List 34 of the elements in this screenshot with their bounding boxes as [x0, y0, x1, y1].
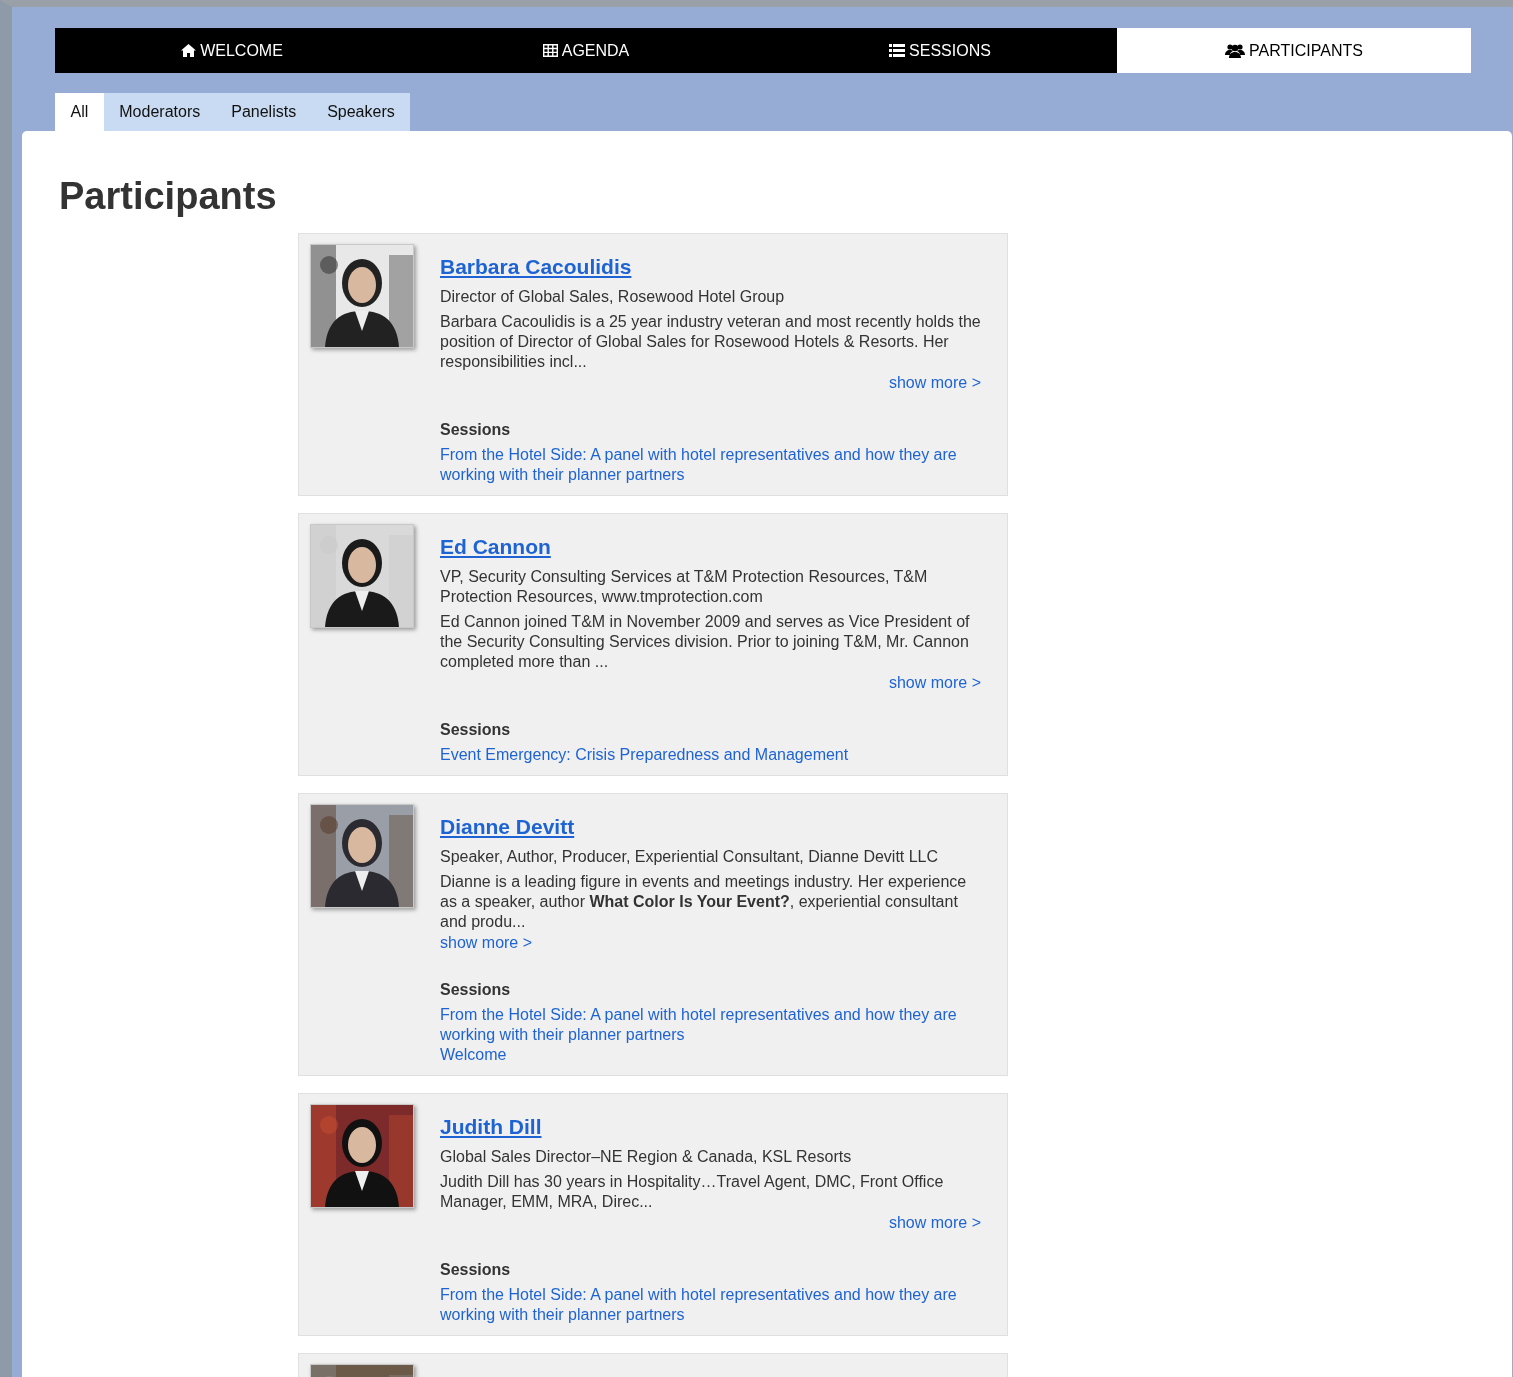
job-title: Global Sales Director–NE Region & Canada, KSL Resorts: [440, 1147, 853, 1167]
job-title: Director of Global Sales, Rosewood Hotel Group: [440, 287, 786, 307]
participant-name[interactable]: Barbara Cacoulidis: [440, 255, 632, 279]
nav-tab[interactable]: AGENDA: [409, 28, 763, 73]
sessions-label: Sessions: [440, 980, 512, 1000]
bio-text: Ed Cannon joined T&M in November 2009 and serves as Vice President of the Security Consulting Services division. Prior to joining T&M, Mr. Cannon completed more than ...: [440, 612, 971, 672]
bio-text: Dianne is a leading figure in events and meetings industry. Her experience as a speaker, author What Color Is Your Event?, experiential consultant and produ...: [440, 872, 968, 932]
participant-name[interactable]: Ed Cannon: [440, 535, 551, 559]
bio-text: Judith Dill has 30 years in Hospitality…Travel Agent, DMC, Front Office Manager, EMM, MRA, Direc...: [440, 1172, 945, 1212]
job-title: Speaker, Author, Producer, Experiential Consultant, Dianne Devitt LLC: [440, 847, 940, 867]
nav-tab[interactable]: WELCOME: [55, 28, 409, 73]
show-more-link[interactable]: show more >: [888, 1213, 981, 1233]
participant-name[interactable]: Dianne Devitt: [440, 815, 575, 839]
session-link[interactable]: Welcome: [440, 1045, 507, 1065]
sessions-label: Sessions: [440, 1260, 512, 1280]
participant-name[interactable]: Judith Dill: [440, 1115, 542, 1139]
filter-tab[interactable]: All: [55, 93, 104, 131]
session-link[interactable]: From the Hotel Side: A panel with hotel representatives and how they are working with their planner partners: [440, 445, 981, 485]
bio-text: Barbara Cacoulidis is a 25 year industry veteran and most recently holds the position of Director of Global Sales for Rosewood Hotels & Resorts. Her responsibilities incl...: [440, 312, 981, 372]
show-more-link[interactable]: show more >: [888, 373, 981, 393]
sessions-label: Sessions: [440, 420, 512, 440]
nav-tab[interactable]: PARTICIPANTS: [1117, 28, 1471, 73]
session-link[interactable]: Event Emergency: Crisis Preparedness and Management: [440, 745, 849, 765]
filter-tab[interactable]: Moderators: [103, 93, 216, 131]
show-more-link[interactable]: show more >: [888, 673, 981, 693]
filter-tab[interactable]: Speakers: [311, 93, 411, 131]
session-link[interactable]: From the Hotel Side: A panel with hotel representatives and how they are working with their planner partners: [440, 1005, 981, 1045]
job-title: VP, Security Consulting Services at T&M Protection Resources, T&M Protection Resources, www.tmprotection.com: [440, 567, 929, 607]
session-link[interactable]: From the Hotel Side: A panel with hotel representatives and how they are working with their planner partners: [440, 1285, 981, 1325]
show-more-link[interactable]: show more >: [440, 933, 533, 953]
filter-tab[interactable]: Panelists: [215, 93, 312, 131]
nav-tab[interactable]: SESSIONS: [763, 28, 1117, 73]
sessions-label: Sessions: [440, 720, 512, 740]
page-heading: Participants: [59, 174, 278, 219]
